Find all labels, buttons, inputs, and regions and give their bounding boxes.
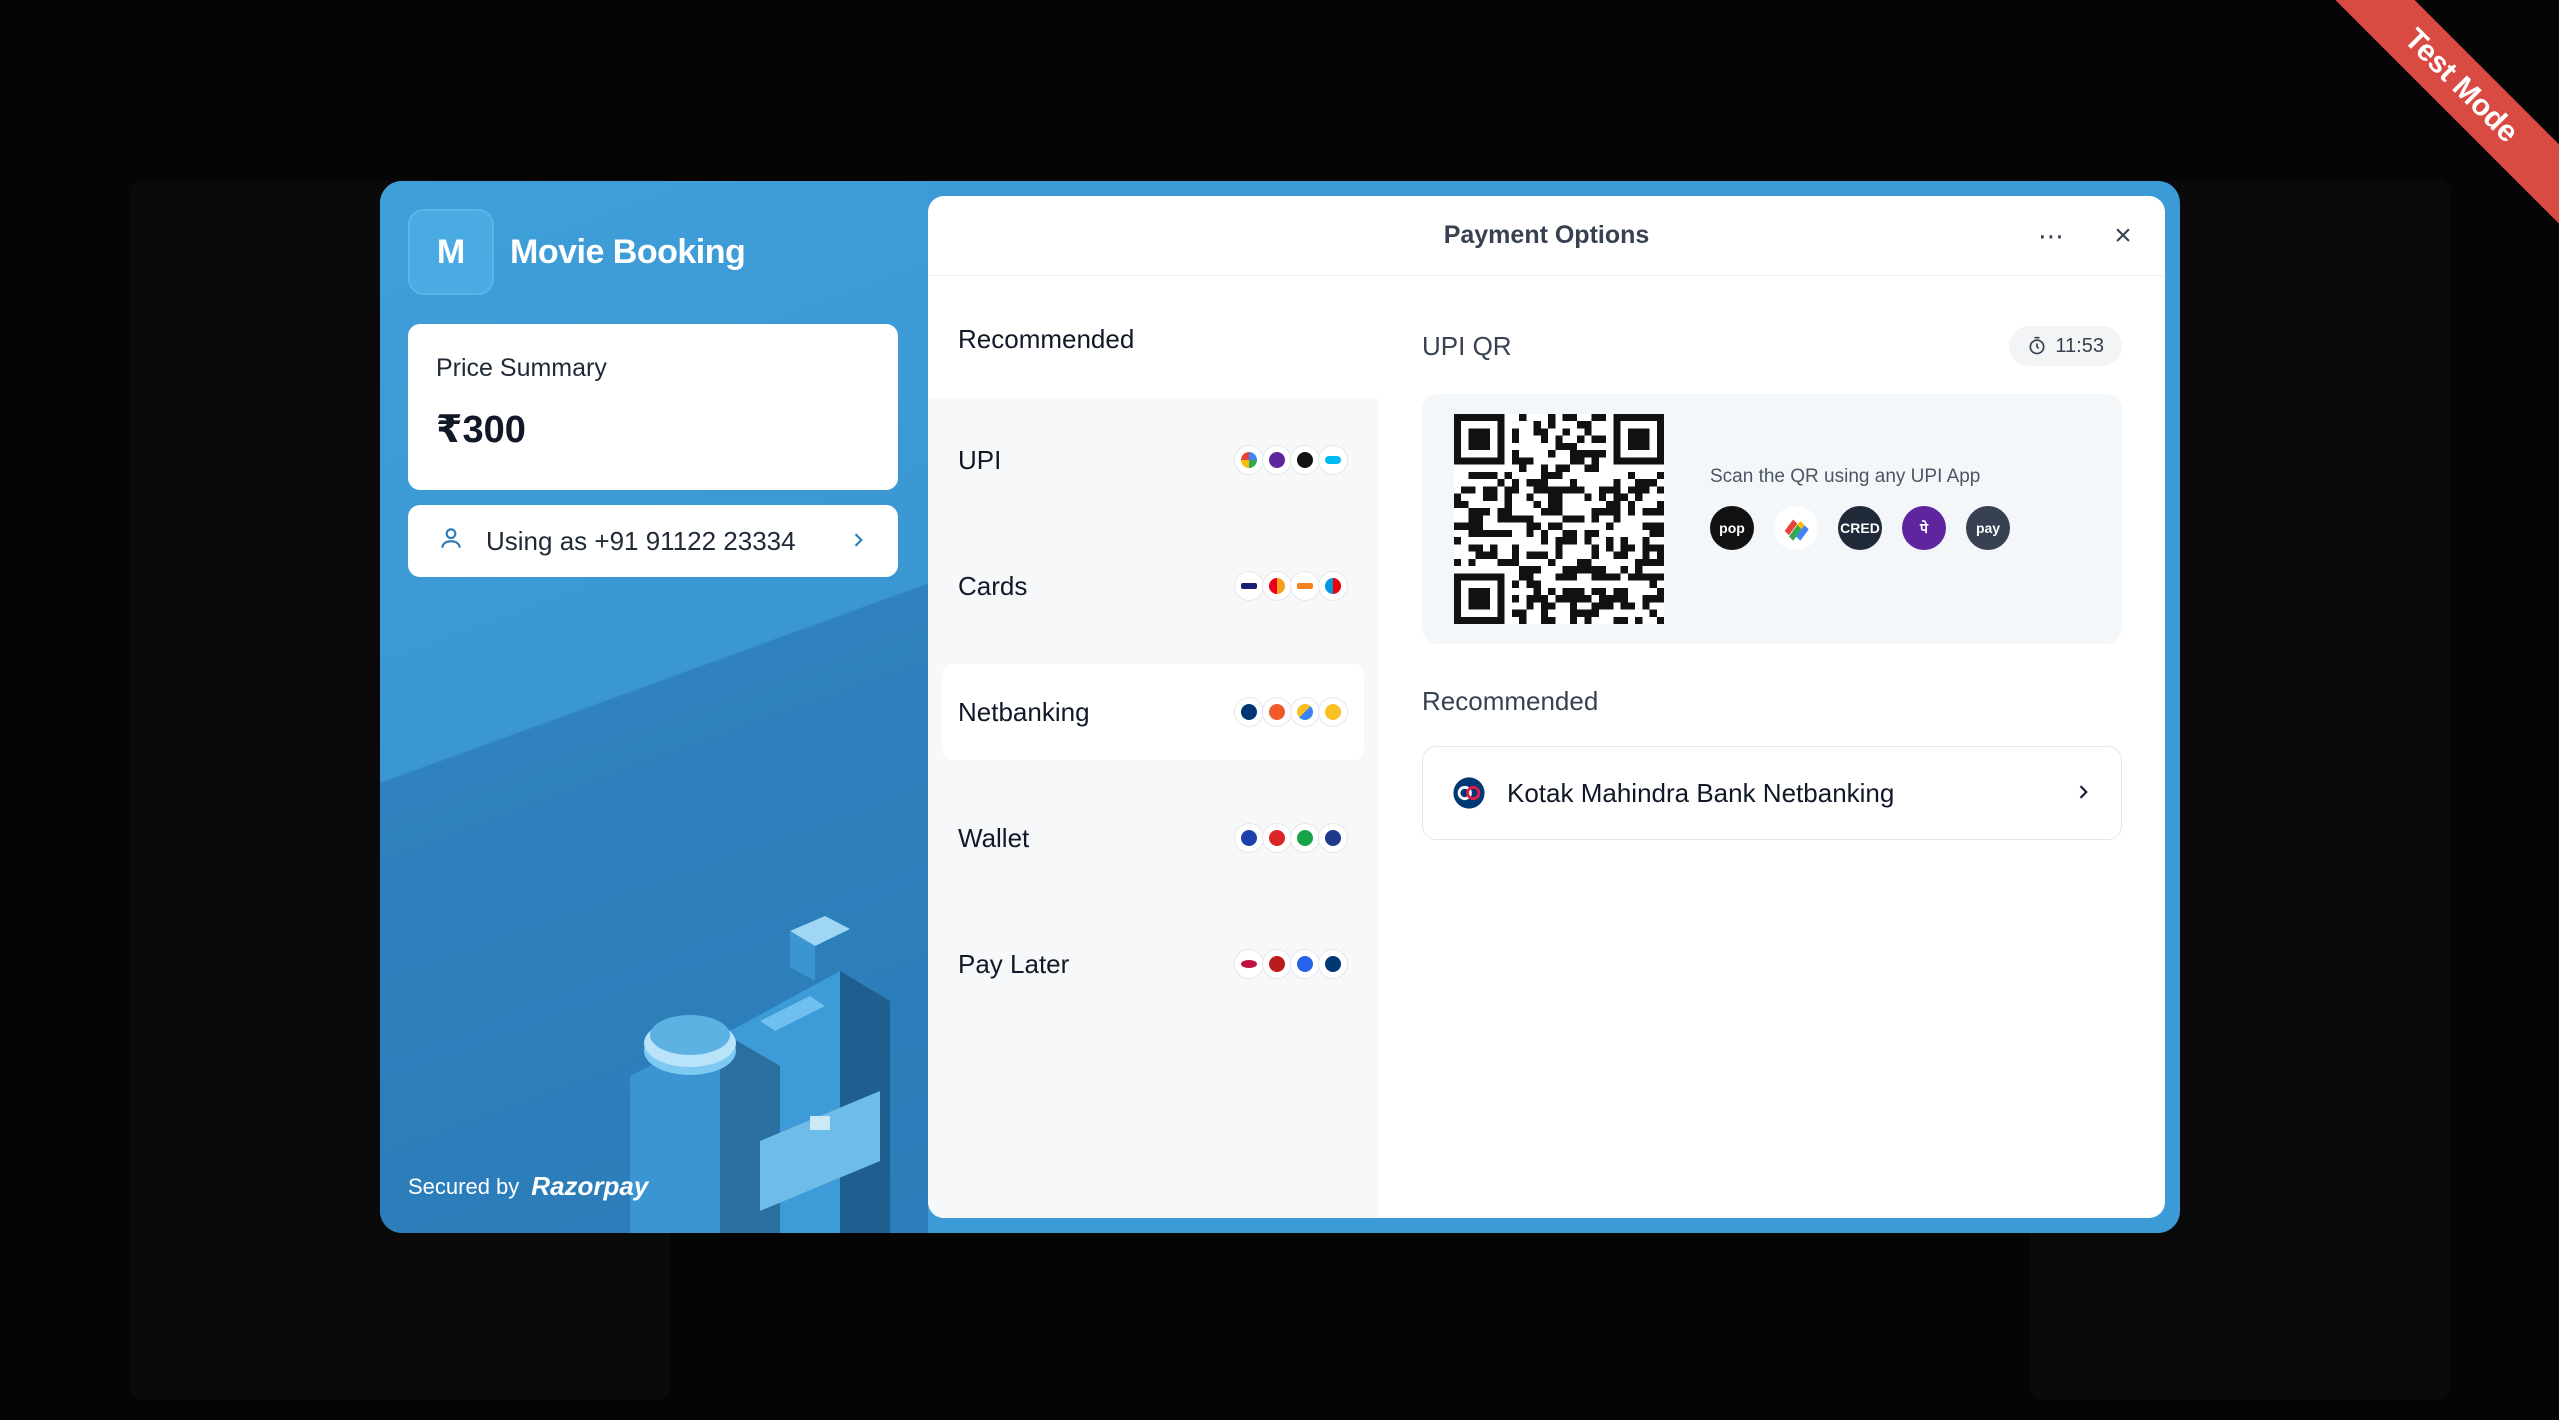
kotak-netbanking-option[interactable]: Kotak Mahindra Bank Netbanking (1422, 746, 2122, 840)
method-netbanking[interactable]: Netbanking (942, 664, 1364, 760)
recommended-title: Recommended (1422, 686, 1599, 716)
qr-code[interactable] (1454, 414, 1664, 624)
price-summary-label: Price Summary (436, 354, 607, 382)
methods-section-title: Recommended (928, 276, 1378, 398)
merchant-logo: M (408, 209, 494, 295)
bob-icon (1262, 697, 1292, 727)
upi-qr-title: UPI QR (1422, 330, 1512, 361)
close-icon[interactable]: × (2105, 218, 2141, 254)
method-upi[interactable]: UPI (942, 412, 1364, 508)
google-pay-icon (1774, 506, 1818, 550)
method-label: Cards (958, 570, 1028, 601)
test-mode-ribbon: Test Mode (2299, 0, 2559, 260)
merchant-brand: M Movie Booking (408, 209, 746, 295)
method-label: Netbanking (958, 696, 1090, 727)
amazon-pay-icon: pay (1966, 506, 2010, 550)
freecharge-icon (1318, 823, 1348, 853)
kotak-bank-icon (1451, 775, 1487, 811)
canara-icon (1318, 697, 1348, 727)
phonepe-icon (1262, 445, 1292, 475)
kotak-paylater-icon (1318, 949, 1348, 979)
paytm-icon (1318, 445, 1348, 475)
chevron-right-icon (2073, 778, 2093, 809)
secured-by: Secured by Razorpay (408, 1171, 648, 1202)
test-mode-label: Test Mode (2313, 0, 2559, 234)
upi-qr-header: UPI QR 11:53 (1422, 326, 2122, 366)
chevron-right-icon (848, 526, 868, 557)
payment-header: Payment Options ⋯ × (928, 196, 2165, 276)
pop-icon (1290, 445, 1320, 475)
qr-timer-value: 11:53 (2055, 334, 2104, 357)
kotak-icon (1234, 697, 1264, 727)
buildings-illustration (610, 901, 928, 1233)
timer-icon (2029, 336, 2045, 355)
user-contact-label: Using as +91 91122 23334 (486, 525, 796, 556)
price-amount: ₹300 (436, 409, 526, 451)
simpl-icon (1290, 949, 1320, 979)
mobikwik-icon (1234, 823, 1264, 853)
kotak-bank-label: Kotak Mahindra Bank Netbanking (1507, 777, 1895, 808)
pop-icon: pop (1710, 506, 1754, 550)
axis-icon (1290, 697, 1320, 727)
upi-provider-icons (1234, 445, 1348, 475)
user-icon (438, 525, 464, 558)
method-cards[interactable]: Cards (942, 538, 1364, 634)
jiomoney-icon (1290, 823, 1320, 853)
checkout-modal: M Movie Booking Price Summary ₹300 Using… (380, 181, 2180, 1233)
more-options-icon[interactable]: ⋯ (2033, 218, 2069, 254)
lazypay-icon (1234, 949, 1264, 979)
qr-timer: 11:53 (2009, 326, 2122, 366)
user-contact-button[interactable]: Using as +91 91122 23334 (408, 505, 898, 577)
upi-apps: pop CRED पे pay (1710, 506, 2030, 550)
pay-later-icons (1234, 949, 1348, 979)
payment-options-title: Payment Options (1443, 221, 1650, 249)
razorpay-logo: Razorpay (531, 1171, 649, 1201)
mastercard-icon (1262, 571, 1292, 601)
airtel-icon (1262, 823, 1292, 853)
method-pay-later[interactable]: Pay Later (942, 916, 1364, 1012)
payment-panel: Payment Options ⋯ × Recommended UPI Card… (928, 196, 2165, 1218)
wallet-icons (1234, 823, 1348, 853)
payment-content: UPI QR 11:53 Scan the QR using any UPI A… (1422, 276, 2122, 1216)
method-label: Pay Later (958, 948, 1070, 979)
icici-icon (1262, 949, 1292, 979)
method-label: UPI (958, 444, 1002, 475)
price-summary-card: Price Summary ₹300 (408, 324, 898, 490)
rupay-icon (1290, 571, 1320, 601)
method-wallet[interactable]: Wallet (942, 790, 1364, 886)
upi-qr-card: Scan the QR using any UPI App pop CRED प… (1422, 394, 2122, 644)
method-label: Wallet (958, 822, 1030, 853)
visa-icon (1234, 571, 1264, 601)
maestro-icon (1318, 571, 1348, 601)
payment-methods-list: Recommended UPI Cards Netbanking Wallet … (928, 276, 1378, 1218)
google-pay-icon (1234, 445, 1264, 475)
phonepe-icon: पे (1902, 506, 1946, 550)
merchant-panel: M Movie Booking Price Summary ₹300 Using… (380, 181, 928, 1233)
cred-icon: CRED (1838, 506, 1882, 550)
secured-by-label: Secured by (408, 1173, 520, 1199)
bank-icons (1234, 697, 1348, 727)
qr-scan-instruction: Scan the QR using any UPI App (1710, 466, 1981, 487)
card-network-icons (1234, 571, 1348, 601)
merchant-name: Movie Booking (510, 232, 746, 271)
